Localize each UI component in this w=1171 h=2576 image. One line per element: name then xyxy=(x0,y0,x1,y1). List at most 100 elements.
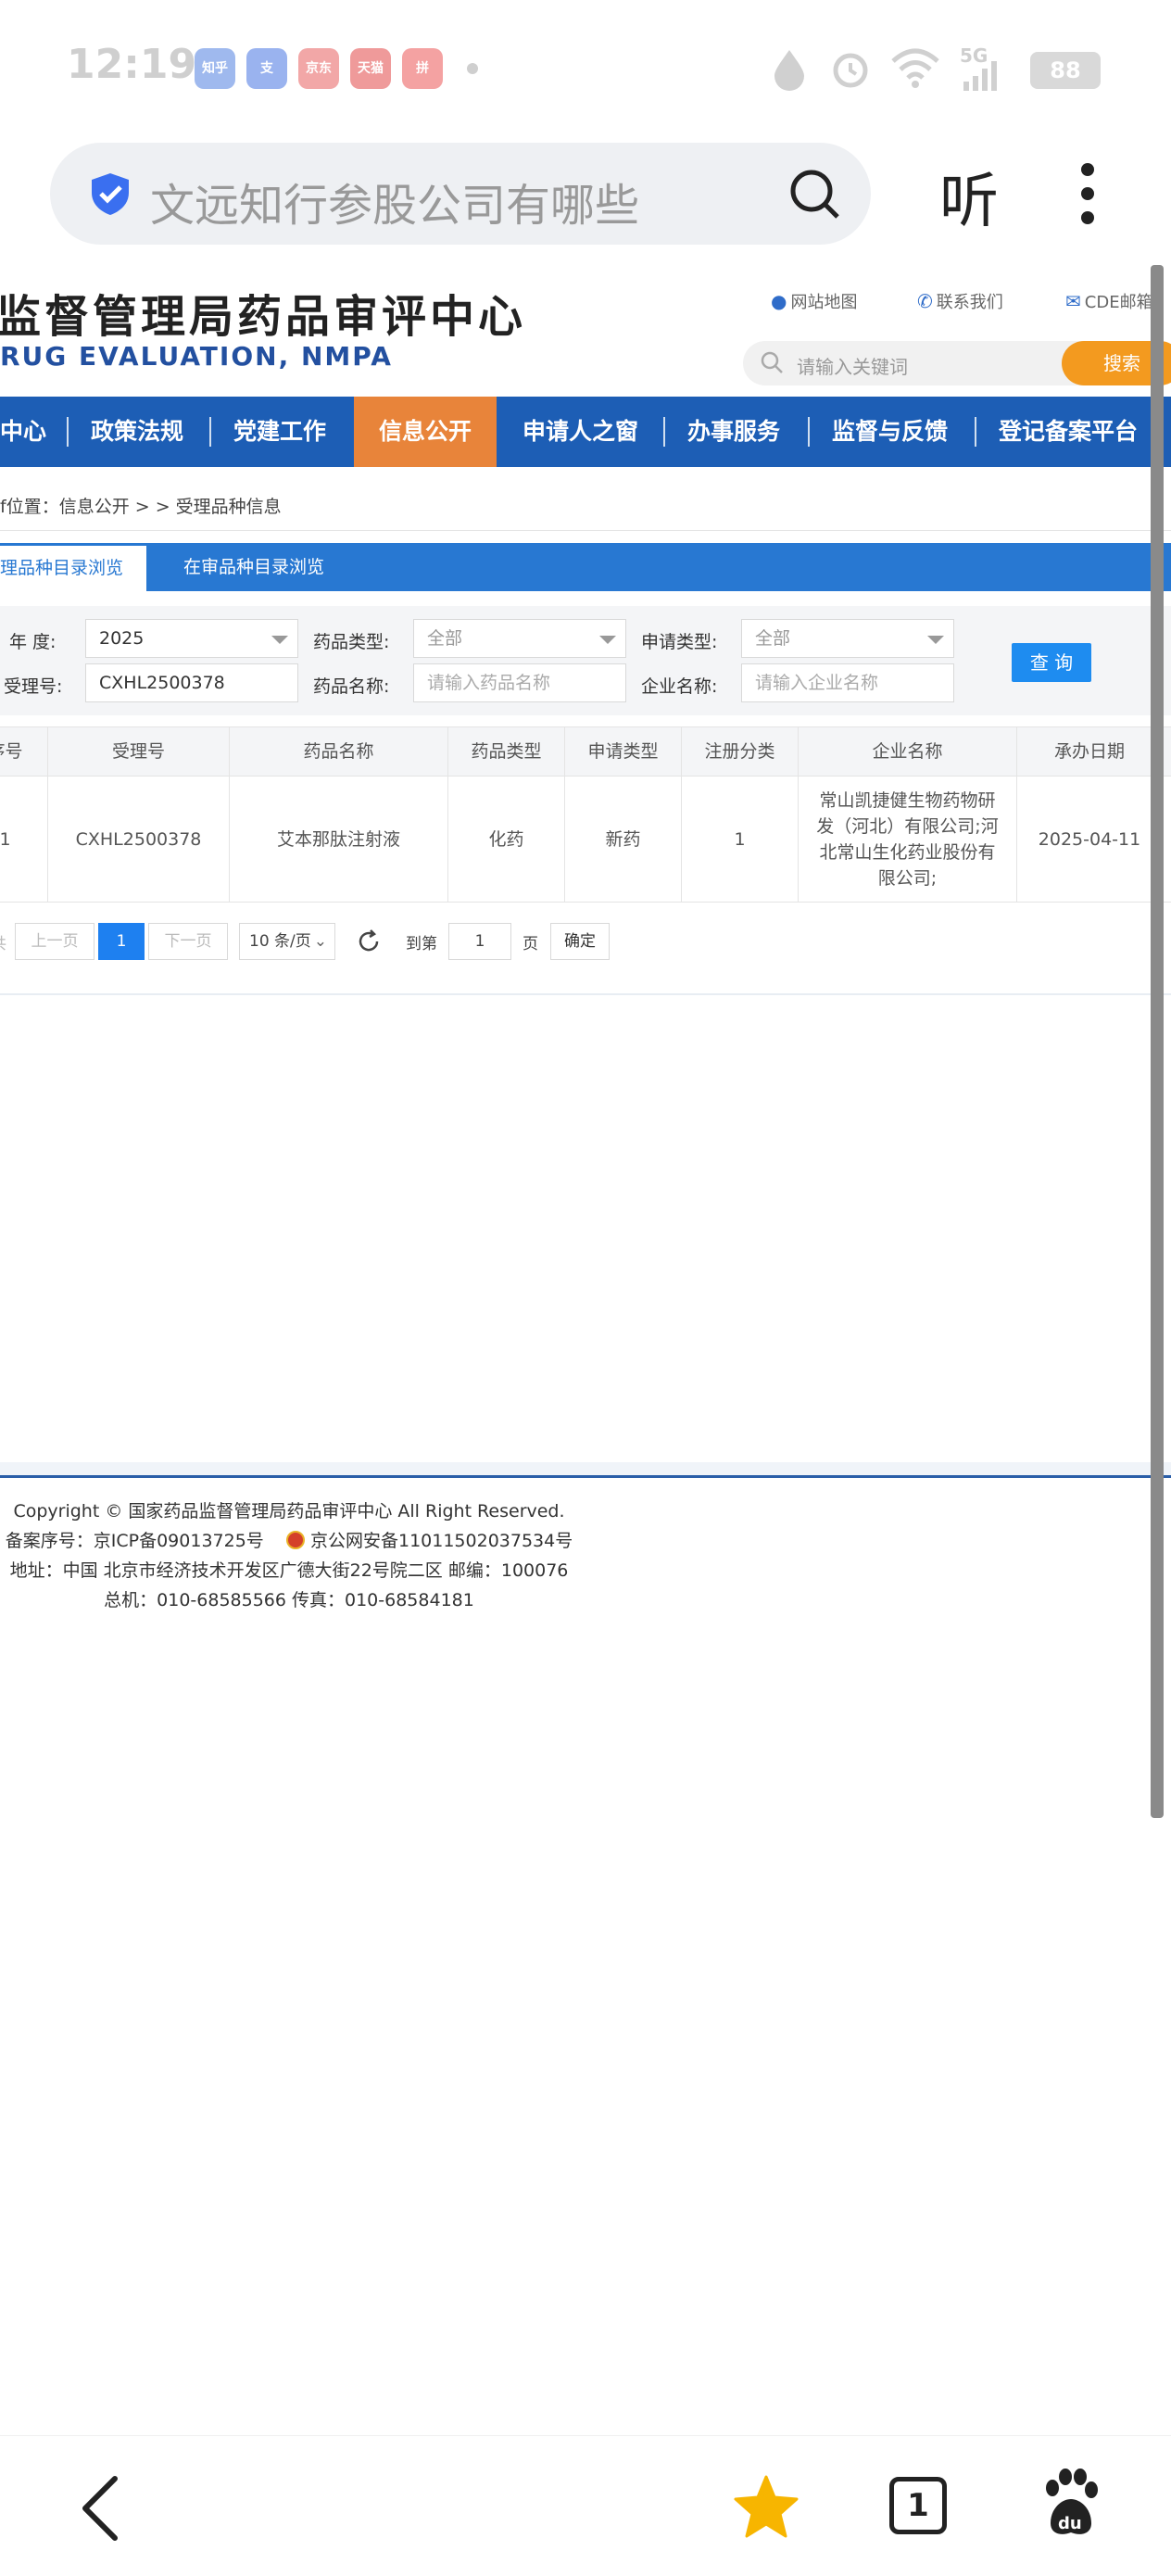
nav-item-center[interactable]: 中心 xyxy=(0,397,46,467)
cell-reg-class: 1 xyxy=(682,777,799,902)
nav-divider xyxy=(67,417,69,447)
drug-type-select[interactable]: 全部 xyxy=(413,619,626,658)
goto-page-input[interactable]: 1 xyxy=(448,923,511,960)
alipay-app-icon: 支 xyxy=(246,48,287,89)
year-label: 年 度: xyxy=(9,632,57,652)
contact-link[interactable]: ✆ 联系我们 xyxy=(917,289,1003,313)
jd-app-icon: 京东 xyxy=(298,48,339,89)
battery-indicator: 88 xyxy=(1030,52,1101,89)
tab-accepted-catalog[interactable]: 理品种目录浏览 xyxy=(0,543,146,591)
cell-drug-name: 艾本那肽注射液 xyxy=(230,777,448,902)
query-button[interactable]: 查 询 xyxy=(1012,643,1091,682)
header-reg-class: 注册分类 xyxy=(682,727,799,776)
status-time: 12:19 xyxy=(67,41,197,88)
breadcrumb: f位置：信息公开 > > 受理品种信息 xyxy=(0,497,282,517)
header-apply-type: 申请类型 xyxy=(565,727,682,776)
browser-search-text: 文远知行参股公司有哪些 xyxy=(150,180,640,232)
table-row[interactable]: 1 CXHL2500378 艾本那肽注射液 化药 新药 1 常山凯捷健生物药物研… xyxy=(0,777,1171,903)
nav-item-service[interactable]: 办事服务 xyxy=(687,397,780,467)
favorite-star-icon[interactable] xyxy=(732,2473,800,2540)
nav-item-info-public[interactable]: 信息公开 xyxy=(354,397,497,467)
svg-text:du: du xyxy=(1058,2514,1082,2533)
status-bar: 12:19 知乎 支 京东 天猫 拼 5G 88 xyxy=(0,0,1171,139)
keyword-search-input[interactable]: 请输入关键词 xyxy=(743,341,1114,385)
back-arrow-icon[interactable] xyxy=(74,2473,126,2544)
tmall-app-icon: 天猫 xyxy=(350,48,391,89)
water-drop-icon xyxy=(774,50,804,91)
accept-no-label: 受理号: xyxy=(4,676,63,697)
footer-copyright: Copyright © 国家药品监督管理局药品审评中心 All Right Re… xyxy=(13,1501,565,1522)
footer-band xyxy=(0,1462,1171,1475)
cell-date: 2025-04-11 xyxy=(1038,828,1141,850)
tab-in-review-catalog[interactable]: 在审品种目录浏览 xyxy=(183,543,324,591)
pinduoduo-app-icon: 拼 xyxy=(402,48,443,89)
browser-bottom-bar: 1 du xyxy=(0,2435,1171,2576)
page-suffix: 页 xyxy=(523,935,538,953)
cell-company: 常山凯捷健生物药物研发（河北）有限公司;河北常山生化药业股份有限公司; xyxy=(799,777,1017,902)
drug-name-label: 药品名称: xyxy=(313,676,390,697)
header-index: 序号 xyxy=(0,727,48,776)
nav-item-registration[interactable]: 登记备案平台 xyxy=(999,397,1138,467)
divider xyxy=(0,530,1171,531)
chevron-down-icon xyxy=(599,636,616,644)
divider xyxy=(0,993,1171,995)
chevron-down-icon: ⌄ xyxy=(313,932,327,951)
page-scrollbar[interactable] xyxy=(1151,265,1164,1818)
nav-divider xyxy=(808,417,810,447)
site-title: 监督管理局药品审评中心 xyxy=(0,291,527,343)
cde-mail-link[interactable]: ✉ CDE邮箱 xyxy=(1065,289,1153,313)
footer-address: 地址：中国 北京市经济技术开发区广德大街22号院二区 邮编：100076 xyxy=(9,1560,569,1581)
header-accept-no: 受理号 xyxy=(48,727,230,776)
prev-page-button[interactable]: 上一页 xyxy=(15,923,94,960)
search-icon xyxy=(761,351,783,373)
apply-type-label: 申请类型: xyxy=(641,632,718,652)
notification-dot-icon xyxy=(467,63,478,74)
sitemap-link[interactable]: ● 网站地图 xyxy=(771,289,857,313)
more-menu-icon[interactable] xyxy=(1077,163,1099,224)
zhihu-app-icon: 知乎 xyxy=(195,48,235,89)
listen-button[interactable]: 听 xyxy=(939,154,999,239)
year-select[interactable]: 2025 xyxy=(85,619,298,658)
wifi-icon xyxy=(891,48,939,88)
header-drug-type: 药品类型 xyxy=(448,727,565,776)
current-page-button[interactable]: 1 xyxy=(98,923,145,960)
confirm-page-button[interactable]: 确定 xyxy=(550,923,610,960)
header-date: 承办日期 xyxy=(1053,741,1125,762)
tab-bar: 理品种目录浏览 在审品种目录浏览 xyxy=(0,543,1171,591)
mail-icon: ✉ xyxy=(1065,290,1081,312)
signal-icon xyxy=(963,61,997,91)
accept-no-input[interactable]: CXHL2500378 xyxy=(85,663,298,702)
goto-label: 到第 xyxy=(406,935,437,953)
nav-item-policy[interactable]: 政策法规 xyxy=(91,397,183,467)
drug-name-input[interactable]: 请输入药品名称 xyxy=(413,663,626,702)
baidu-paw-icon[interactable]: du xyxy=(1038,2468,1102,2540)
page-size-select[interactable]: 10 条/页 ⌄ xyxy=(239,923,335,960)
apply-type-select[interactable]: 全部 xyxy=(741,619,954,658)
main-nav: 中心 政策法规 党建工作 信息公开 申请人之窗 办事服务 监督与反馈 登记备案平… xyxy=(0,397,1171,467)
company-label: 企业名称: xyxy=(641,676,718,697)
site-subtitle: RUG EVALUATION, NMPA xyxy=(0,341,393,372)
nav-item-party[interactable]: 党建工作 xyxy=(233,397,326,467)
phone-icon: ✆ xyxy=(917,290,933,312)
header-company: 企业名称 xyxy=(799,727,1017,776)
footer-beian: 备案序号：京ICP备09013725号 京公网安备11011502037534号 xyxy=(5,1531,573,1551)
cell-index: 1 xyxy=(0,777,48,902)
shield-check-icon xyxy=(92,173,129,215)
pagination: 共 上一页 1 下一页 10 条/页 ⌄ 到第 1 页 确定 xyxy=(0,923,1171,964)
next-page-button[interactable]: 下一页 xyxy=(148,923,228,960)
footer-phone: 总机：010-68585566 传真：010-68584181 xyxy=(104,1590,474,1610)
nav-divider xyxy=(663,417,665,447)
chevron-down-icon xyxy=(271,636,288,644)
refresh-icon[interactable] xyxy=(356,928,382,954)
location-pin-icon: ● xyxy=(771,290,787,312)
search-icon[interactable] xyxy=(787,167,841,221)
cell-drug-type: 化药 xyxy=(448,777,565,902)
header-drug-name: 药品名称 xyxy=(230,727,448,776)
browser-search-bar[interactable]: 文远知行参股公司有哪些 xyxy=(50,143,871,245)
nav-item-feedback[interactable]: 监督与反馈 xyxy=(832,397,948,467)
nav-item-applicant[interactable]: 申请人之窗 xyxy=(523,397,638,467)
tab-count-button[interactable]: 1 xyxy=(889,2477,947,2534)
nav-divider xyxy=(209,417,211,447)
company-input[interactable]: 请输入企业名称 xyxy=(741,663,954,702)
cell-accept-no: CXHL2500378 xyxy=(48,777,230,902)
